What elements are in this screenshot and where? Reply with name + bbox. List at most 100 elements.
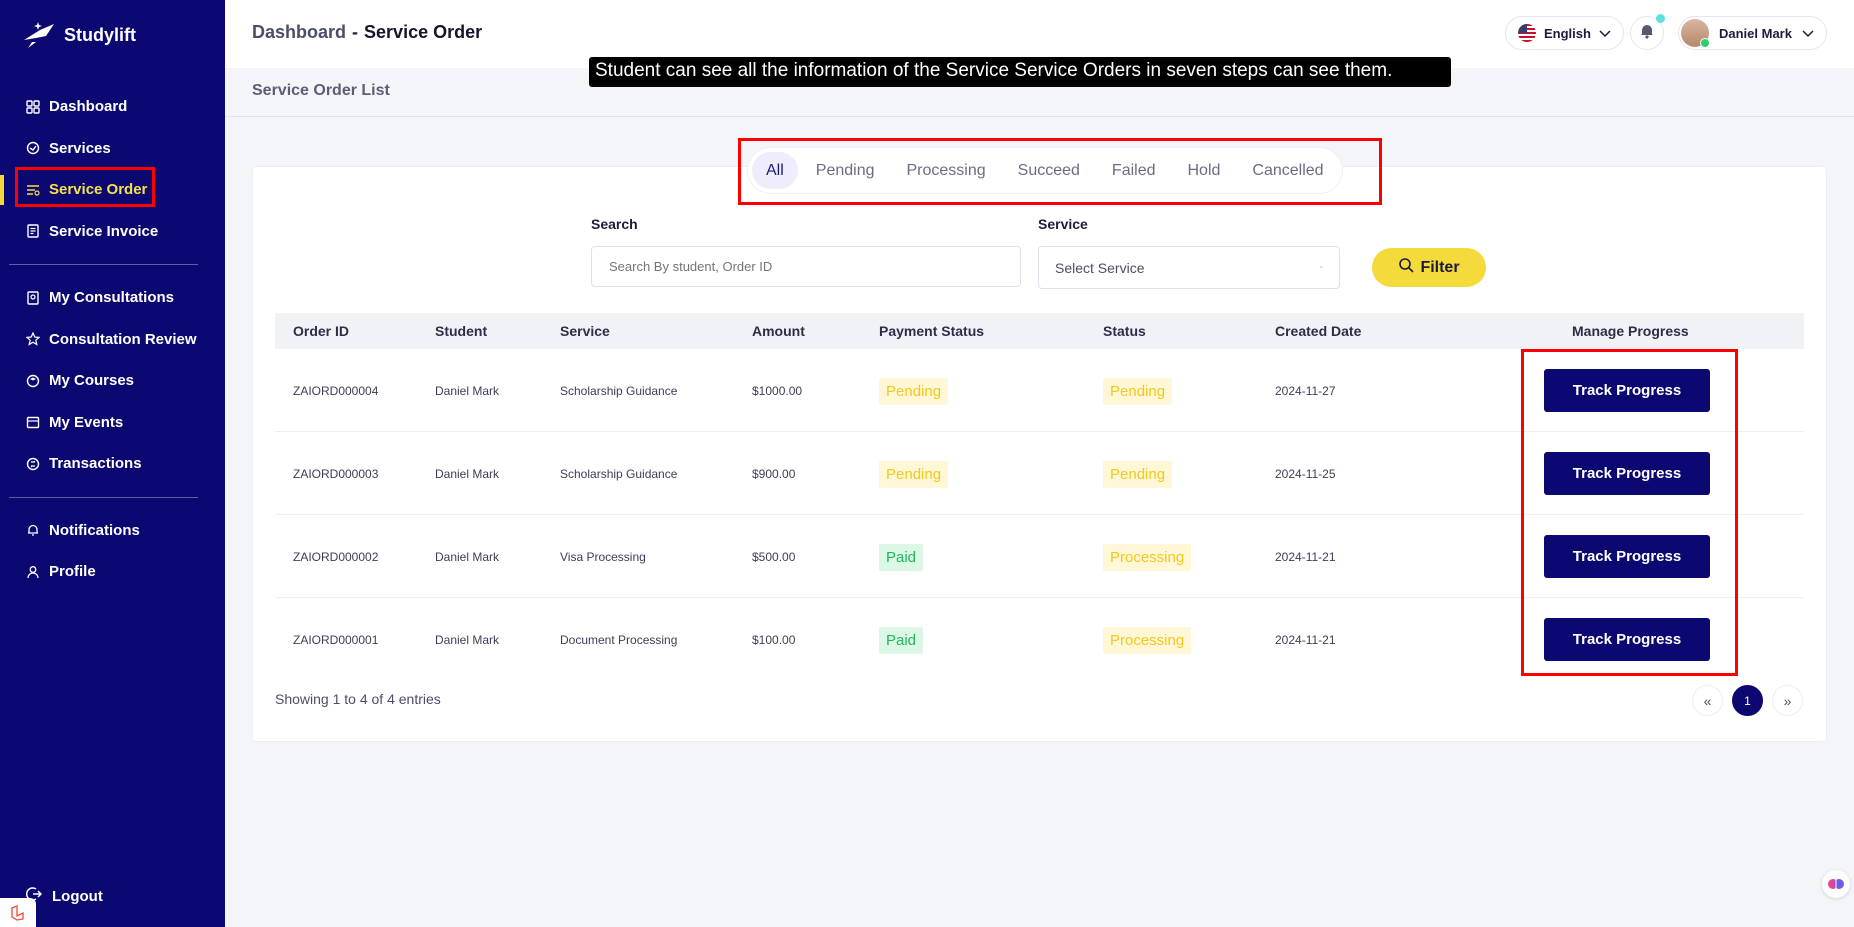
student: Daniel Mark xyxy=(435,633,500,647)
dashboard-icon xyxy=(26,100,40,114)
created-date: 2024-11-25 xyxy=(1275,467,1336,481)
sidebar-item-label: My Events xyxy=(49,413,124,431)
sidebar-nav: Dashboard Services Service Order Service… xyxy=(0,86,225,593)
order-id: ZAIORD000002 xyxy=(293,550,379,564)
sidebar-item-profile[interactable]: Profile xyxy=(0,551,225,593)
payment-status-badge: Pending xyxy=(879,378,949,405)
bell-icon xyxy=(1640,23,1654,44)
logout-label: Logout xyxy=(52,887,103,905)
service-label: Service xyxy=(1038,216,1088,232)
highlight-box-manage-progress xyxy=(1521,349,1738,676)
avatar xyxy=(1681,19,1710,48)
service-select[interactable]: Select Service - xyxy=(1038,246,1340,289)
user-menu[interactable]: Daniel Mark xyxy=(1678,16,1827,50)
sidebar-item-label: Service Invoice xyxy=(49,222,159,240)
pagination-info: Showing 1 to 4 of 4 entries xyxy=(275,691,441,707)
pagination-page-1[interactable]: 1 xyxy=(1732,685,1763,716)
sidebar-item-label: Notifications xyxy=(49,521,140,539)
language-label: English xyxy=(1544,25,1591,41)
breadcrumb: Dashboard - Service Order xyxy=(252,22,482,43)
user-icon xyxy=(26,565,40,579)
brand-logo[interactable]: Studylift xyxy=(22,20,136,50)
col-created-date: Created Date xyxy=(1275,323,1362,339)
student: Daniel Mark xyxy=(435,467,500,481)
created-date: 2024-11-27 xyxy=(1275,384,1336,398)
highlight-box-service-order xyxy=(15,167,155,207)
search-input[interactable] xyxy=(591,246,1021,287)
chevron-down-icon: - xyxy=(1319,262,1323,273)
pagination-next[interactable]: » xyxy=(1772,685,1803,716)
payment-status-badge: Paid xyxy=(879,627,924,654)
logo-icon xyxy=(24,22,54,48)
language-selector[interactable]: English xyxy=(1505,16,1624,50)
notification-button[interactable] xyxy=(1630,14,1665,50)
sidebar-item-label: Services xyxy=(49,139,111,157)
search-label: Search xyxy=(591,216,638,232)
student: Daniel Mark xyxy=(435,550,500,564)
star-icon xyxy=(26,332,40,347)
breadcrumb-current: Service Order xyxy=(364,22,483,42)
chevron-down-icon xyxy=(1802,26,1814,41)
service: Scholarship Guidance xyxy=(560,384,678,398)
amount: $900.00 xyxy=(752,467,796,481)
col-order-id: Order ID xyxy=(293,323,350,339)
sidebar-item-service-invoice[interactable]: Service Invoice xyxy=(0,211,225,253)
invoice-icon xyxy=(26,224,40,238)
sidebar-item-dashboard[interactable]: Dashboard xyxy=(0,86,225,128)
user-name: Daniel Mark xyxy=(1719,25,1792,41)
page-title: Service Order List xyxy=(252,82,390,99)
table-header: Order ID Student Service Amount Payment … xyxy=(275,313,1804,349)
courses-icon xyxy=(26,374,40,388)
services-icon xyxy=(26,141,40,155)
col-payment-status: Payment Status xyxy=(879,323,985,339)
col-student: Student xyxy=(435,323,488,339)
status-badge: Pending xyxy=(1103,378,1173,405)
search-icon xyxy=(1398,257,1415,278)
sidebar-item-notifications[interactable]: Notifications xyxy=(0,510,225,552)
amount: $100.00 xyxy=(752,633,796,647)
sidebar-item-my-events[interactable]: My Events xyxy=(0,402,225,444)
sidebar-item-consultation-review[interactable]: Consultation Review xyxy=(0,319,225,361)
filter-button[interactable]: Filter xyxy=(1372,248,1486,287)
us-flag-icon xyxy=(1518,24,1536,42)
payment-status-badge: Paid xyxy=(879,544,924,571)
breadcrumb-home[interactable]: Dashboard xyxy=(252,22,346,42)
sidebar-item-label: Profile xyxy=(49,563,96,581)
filter-button-label: Filter xyxy=(1420,258,1460,276)
created-date: 2024-11-21 xyxy=(1275,633,1336,647)
breadcrumb-separator: - xyxy=(352,22,359,42)
pagination-prev[interactable]: « xyxy=(1692,685,1723,716)
order-id: ZAIORD000001 xyxy=(293,633,379,647)
sidebar-divider xyxy=(9,264,198,265)
sidebar: Studylift Dashboard Services Service Ord… xyxy=(0,0,225,927)
brain-icon[interactable] xyxy=(1822,870,1850,898)
sidebar-item-my-courses[interactable]: My Courses xyxy=(0,360,225,402)
col-amount: Amount xyxy=(752,323,805,339)
service: Visa Processing xyxy=(560,550,646,564)
notification-dot xyxy=(1656,14,1665,23)
sidebar-item-my-consultations[interactable]: My Consultations xyxy=(0,277,225,319)
amount: $1000.00 xyxy=(752,384,803,398)
order-id: ZAIORD000004 xyxy=(293,384,379,398)
laravel-icon[interactable] xyxy=(0,898,36,927)
consultation-icon xyxy=(26,291,40,305)
service: Scholarship Guidance xyxy=(560,467,678,481)
sidebar-item-label: My Courses xyxy=(49,372,135,390)
sidebar-item-label: Dashboard xyxy=(49,98,128,116)
status-badge: Processing xyxy=(1103,544,1192,571)
sidebar-divider xyxy=(9,496,198,498)
sidebar-item-label: Transactions xyxy=(49,455,142,473)
sidebar-item-services[interactable]: Services xyxy=(0,128,225,170)
order-id: ZAIORD000003 xyxy=(293,467,379,481)
student: Daniel Mark xyxy=(435,384,500,398)
col-service: Service xyxy=(560,323,610,339)
highlight-box-tabs xyxy=(738,138,1382,205)
transactions-icon xyxy=(26,457,40,471)
col-status: Status xyxy=(1103,323,1146,339)
logout-button[interactable]: Logout xyxy=(26,886,103,906)
amount: $500.00 xyxy=(752,550,796,564)
sidebar-item-transactions[interactable]: Transactions xyxy=(0,443,225,485)
service: Document Processing xyxy=(560,633,678,647)
status-badge: Pending xyxy=(1103,461,1173,488)
payment-status-badge: Pending xyxy=(879,461,949,488)
